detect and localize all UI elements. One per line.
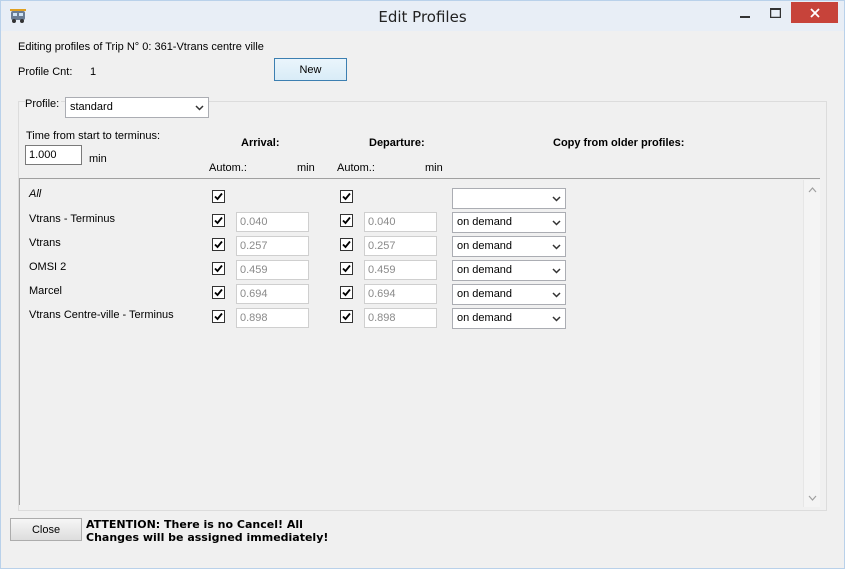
arrival-time-input[interactable]: 0.898 [236, 308, 309, 328]
row-label: OMSI 2 [29, 261, 67, 273]
arrival-autom-checkbox[interactable] [212, 190, 225, 203]
close-button[interactable]: Close [10, 518, 82, 541]
copy-profile-select[interactable]: on demand [452, 260, 566, 281]
row-label: Marcel [29, 285, 63, 297]
row-label-all: All [29, 188, 42, 200]
attention-line-1: ATTENTION: There is no Cancel! All [86, 518, 303, 531]
vertical-scrollbar[interactable] [803, 180, 820, 507]
profile-count-value: 1 [90, 66, 97, 78]
chevron-down-icon [550, 213, 562, 232]
profile-label: Profile: [25, 98, 62, 110]
arrival-time-input[interactable]: 0.257 [236, 236, 309, 256]
arrival-time-input[interactable]: 0.459 [236, 260, 309, 280]
arrival-autom-label: Autom.: [209, 162, 247, 174]
departure-autom-checkbox[interactable] [340, 238, 353, 251]
maximize-button[interactable] [761, 2, 789, 23]
chevron-down-icon [550, 189, 562, 208]
departure-min-label: min [425, 162, 443, 174]
departure-header: Departure: [369, 137, 425, 149]
new-profile-button[interactable]: New [274, 58, 347, 81]
arrival-autom-checkbox[interactable] [212, 262, 225, 275]
copy-profile-select[interactable]: on demand [452, 284, 566, 305]
time-input[interactable]: 1.000 [25, 145, 82, 165]
departure-time-input[interactable]: 0.257 [364, 236, 437, 256]
chevron-down-icon [550, 261, 562, 280]
profile-select-value: standard [70, 101, 113, 113]
scroll-up-icon [808, 187, 817, 193]
arrival-autom-checkbox[interactable] [212, 238, 225, 251]
departure-time-input[interactable]: 0.459 [364, 260, 437, 280]
copy-profile-select[interactable]: on demand [452, 236, 566, 257]
copy-profile-select[interactable]: on demand [452, 212, 566, 233]
profile-count-label: Profile Cnt: [18, 66, 73, 78]
departure-autom-label: Autom.: [337, 162, 375, 174]
departure-autom-checkbox[interactable] [340, 310, 353, 323]
close-window-button[interactable] [791, 2, 838, 23]
arrival-autom-checkbox[interactable] [212, 214, 225, 227]
attention-line-2: Changes will be assigned immediately! [86, 531, 329, 544]
chevron-down-icon [550, 285, 562, 304]
title-bar[interactable]: Edit Profiles [1, 1, 844, 31]
profile-select[interactable]: standard [65, 97, 209, 118]
arrival-autom-checkbox[interactable] [212, 310, 225, 323]
departure-autom-checkbox[interactable] [340, 262, 353, 275]
minimize-icon [740, 15, 750, 18]
arrival-time-input[interactable]: 0.040 [236, 212, 309, 232]
chevron-down-icon [550, 309, 562, 328]
arrival-min-label: min [297, 162, 315, 174]
scroll-down-icon [808, 495, 817, 501]
row-label: Vtrans - Terminus [29, 213, 115, 225]
edit-profiles-window: Edit Profiles Editing profiles of Trip N… [0, 0, 845, 569]
chevron-down-icon [193, 98, 205, 117]
row-label: Vtrans [29, 237, 61, 249]
copy-header: Copy from older profiles: [553, 137, 685, 149]
arrival-time-input[interactable]: 0.694 [236, 284, 309, 304]
window-title: Edit Profiles [378, 8, 467, 26]
editing-text: Editing profiles of Trip N° 0: 361-Vtran… [18, 41, 264, 53]
close-icon [809, 7, 820, 18]
departure-autom-checkbox[interactable] [340, 214, 353, 227]
row-label: Vtrans Centre-ville - Terminus [29, 309, 174, 321]
chevron-down-icon [550, 237, 562, 256]
departure-autom-checkbox[interactable] [340, 286, 353, 299]
time-label: Time from start to terminus: [26, 130, 161, 142]
arrival-autom-checkbox[interactable] [212, 286, 225, 299]
arrival-header: Arrival: [241, 137, 280, 149]
copy-profile-select[interactable] [452, 188, 566, 209]
departure-time-input[interactable]: 0.694 [364, 284, 437, 304]
client-area: Editing profiles of Trip N° 0: 361-Vtran… [8, 31, 838, 561]
departure-autom-checkbox[interactable] [340, 190, 353, 203]
departure-time-input[interactable]: 0.040 [364, 212, 437, 232]
minimize-button[interactable] [731, 2, 759, 23]
copy-profile-select[interactable]: on demand [452, 308, 566, 329]
attention-message: ATTENTION: There is no Cancel! All Chang… [86, 518, 328, 544]
time-unit: min [89, 153, 107, 165]
maximize-icon [769, 7, 781, 18]
departure-time-input[interactable]: 0.898 [364, 308, 437, 328]
